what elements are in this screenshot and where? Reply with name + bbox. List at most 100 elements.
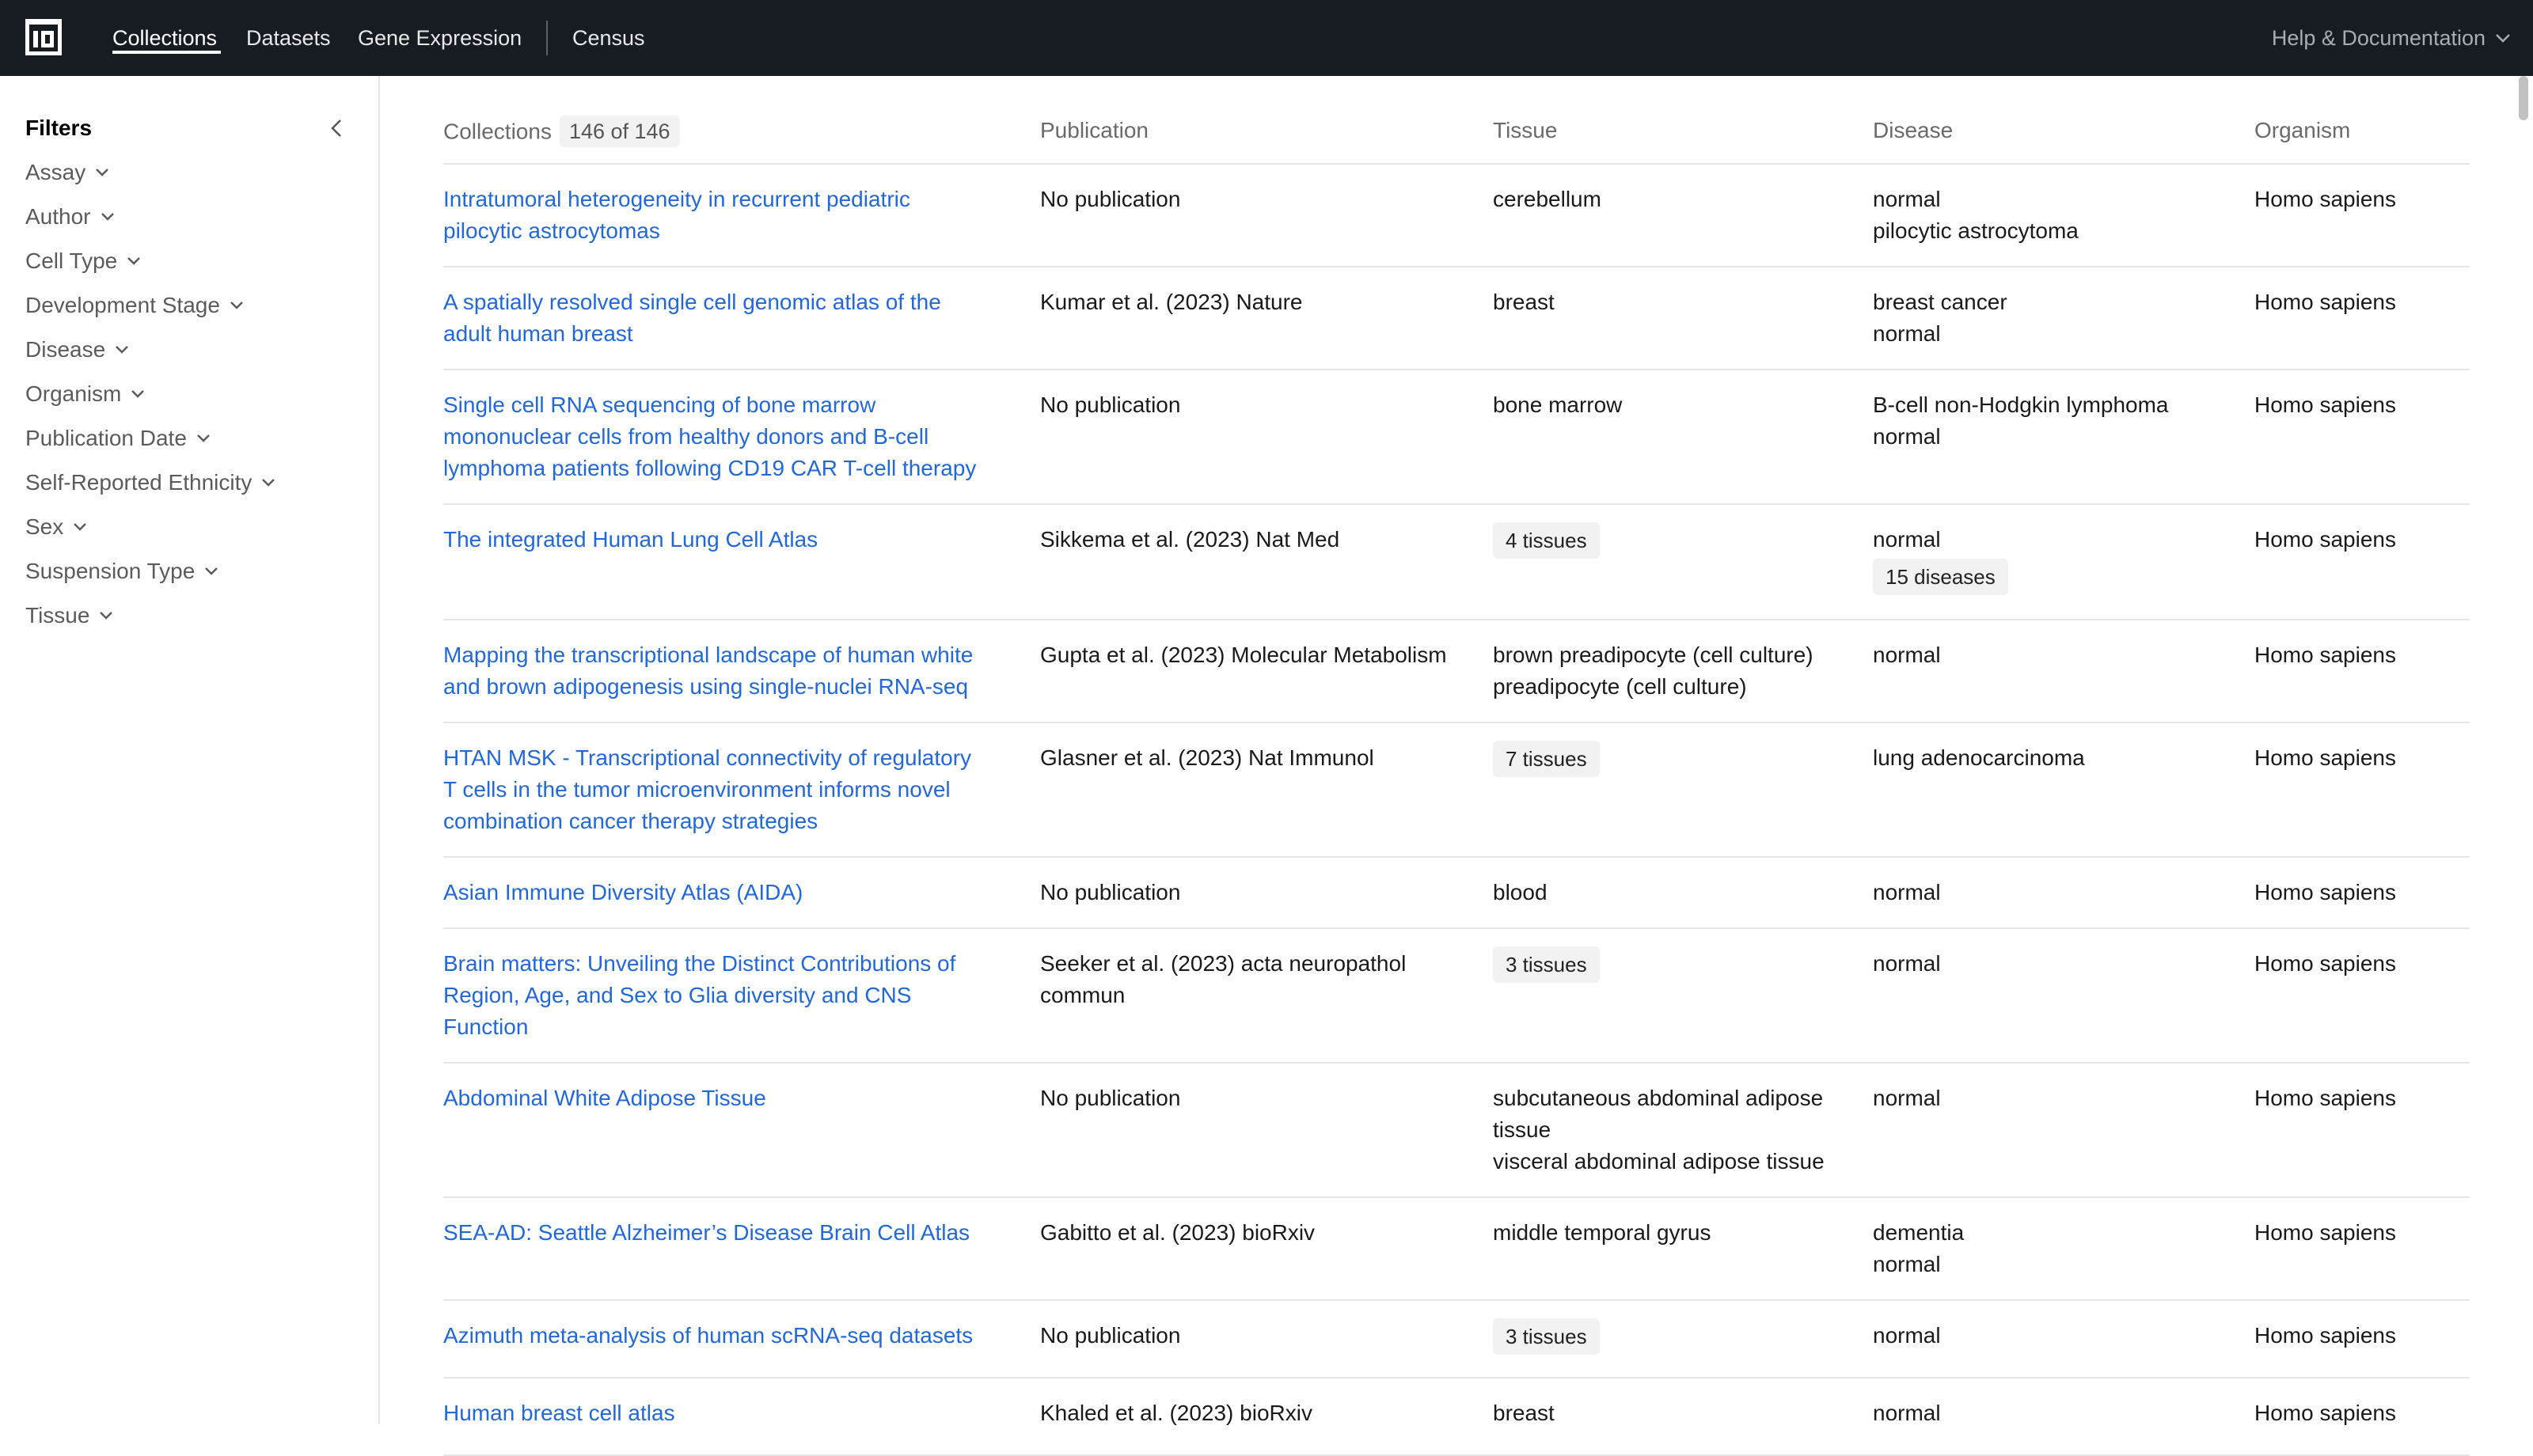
cell-text-line: normal (1873, 1323, 1941, 1348)
tissue-cell: brown preadipocyte (cell culture) preadip… (1493, 639, 1865, 703)
publication-cell: Khaled et al. (2023) bioRxiv (1040, 1397, 1483, 1429)
tissue-count-badge[interactable]: 3 tissues (1493, 1318, 1600, 1355)
filter-label: Assay (25, 160, 86, 184)
collection-title-link[interactable]: Asian Immune Diversity Atlas (AIDA) (443, 877, 1021, 908)
disease-cell: B-cell non-Hodgkin lymphoma normal (1873, 389, 2245, 453)
nav-active-indicator (112, 51, 221, 54)
column-header-tissue[interactable]: Tissue (1493, 117, 1557, 144)
cell-text-line: normal (1873, 424, 1941, 449)
help-documentation-menu[interactable]: Help & Documentation (2272, 25, 2486, 51)
cell-text-line: No publication (1040, 1086, 1181, 1110)
collection-title-link[interactable]: Brain matters: Unveiling the Distinct Co… (443, 948, 1021, 1043)
collection-title-link[interactable]: HTAN MSK - Transcriptional connectivity … (443, 742, 1021, 837)
chevron-down-icon (101, 213, 114, 221)
table-row: Human breast cell atlas Khaled et al. (20… (443, 1378, 2470, 1456)
filter-tissue[interactable]: Tissue (25, 603, 115, 628)
cell-text-line: No publication (1040, 880, 1181, 904)
collection-title-link[interactable]: The integrated Human Lung Cell Atlas (443, 524, 1021, 555)
filter-development-stage[interactable]: Development Stage (25, 293, 245, 318)
filter-label: Self-Reported Ethnicity (25, 470, 253, 495)
cell-text-line: normal (1873, 951, 1941, 976)
cell-text-line: dementia (1873, 1220, 1965, 1245)
organism-cell: Homo sapiens (2254, 1323, 2396, 1348)
column-header-collections[interactable]: Collections 146 of 146 (443, 116, 680, 149)
collection-title-link[interactable]: Human breast cell atlas (443, 1397, 1021, 1429)
cell-text-line: No publication (1040, 187, 1181, 211)
tissue-cell: 3 tissues (1493, 1318, 1865, 1355)
cell-text-line: lung adenocarcinoma (1873, 745, 2085, 770)
filters-title: Filters (25, 116, 93, 140)
chevron-left-icon[interactable] (326, 117, 348, 139)
organism-cell: Homo sapiens (2254, 1220, 2396, 1245)
cell-text-line: and brown adipogenesis using single-nucl… (443, 674, 969, 699)
cell-text-line: Seeker et al. (2023) acta neuropathol (1040, 951, 1407, 976)
table-row: Asian Immune Diversity Atlas (AIDA) No pu… (443, 858, 2470, 929)
disease-count-wrap: 15 diseases (1873, 559, 2245, 595)
table-row: Single cell RNA sequencing of bone marro… (443, 370, 2470, 505)
column-header-organism[interactable]: Organism (2254, 117, 2350, 144)
filter-organism[interactable]: Organism (25, 381, 146, 407)
collection-title-link[interactable]: SEA-AD: Seattle Alzheimer’s Disease Brai… (443, 1217, 1021, 1249)
publication-cell: Seeker et al. (2023) acta neuropathol com… (1040, 948, 1483, 1011)
cell-text-line: Abdominal White Adipose Tissue (443, 1086, 766, 1110)
filter-label: Sex (25, 514, 64, 539)
disease-cell: normal pilocytic astrocytoma (1873, 184, 2245, 247)
publication-cell: Gupta et al. (2023) Molecular Metabolism (1040, 639, 1483, 671)
tissue-count-badge[interactable]: 7 tissues (1493, 741, 1600, 777)
app-logo-icon[interactable] (25, 19, 62, 55)
cell-text-line: breast (1493, 290, 1555, 314)
tissue-cell: subcutaneous abdominal adipose tissue visc… (1493, 1083, 1865, 1177)
filter-cell-type[interactable]: Cell Type (25, 248, 142, 274)
disease-cell: normal (1873, 1083, 2245, 1114)
disease-count-badge[interactable]: 15 diseases (1873, 559, 2008, 595)
chevron-down-icon (127, 257, 141, 265)
filter-assay[interactable]: Assay (25, 160, 111, 185)
cell-text-line: Brain matters: Unveiling the Distinct Co… (443, 951, 956, 976)
cell-text-line: cerebellum (1493, 187, 1601, 211)
disease-cell: normal (1873, 948, 2245, 980)
column-header-disease[interactable]: Disease (1873, 117, 1953, 144)
collection-title-link[interactable]: A spatially resolved single cell genomic… (443, 286, 1021, 350)
publication-cell: No publication (1040, 877, 1483, 908)
cell-text-line: Asian Immune Diversity Atlas (AIDA) (443, 880, 803, 904)
tissue-count-badge[interactable]: 3 tissues (1493, 946, 1600, 983)
chevron-down-icon (116, 346, 129, 354)
filter-suspension-type[interactable]: Suspension Type (25, 559, 220, 584)
cell-text-line: visceral abdominal adipose tissue (1493, 1149, 1825, 1174)
organism-cell: Homo sapiens (2254, 643, 2396, 667)
filter-label: Development Stage (25, 293, 220, 317)
filter-disease[interactable]: Disease (25, 337, 131, 362)
nav-census[interactable]: Census (572, 25, 645, 51)
publication-cell: No publication (1040, 389, 1483, 421)
nav-collections[interactable]: Collections (112, 25, 217, 51)
collection-title-link[interactable]: Intratumoral heterogeneity in recurrent … (443, 184, 1021, 247)
scrollbar-thumb[interactable] (2519, 76, 2528, 120)
tissue-cell: 3 tissues (1493, 946, 1865, 983)
column-header-publication[interactable]: Publication (1040, 117, 1149, 144)
tissue-cell: breast (1493, 1397, 1865, 1429)
collection-title-link[interactable]: Azimuth meta-analysis of human scRNA-seq… (443, 1320, 1021, 1352)
chevron-down-icon (100, 612, 113, 620)
filter-author[interactable]: Author (25, 204, 116, 229)
table-row: Mapping the transcriptional landscape of… (443, 620, 2470, 723)
cell-text-line: normal (1873, 1252, 1941, 1276)
tissue-count-badge[interactable]: 4 tissues (1493, 522, 1600, 559)
filter-label: Organism (25, 381, 122, 406)
filter-sex[interactable]: Sex (25, 514, 89, 540)
cell-text-line: normal (1873, 880, 1941, 904)
cell-text-line: pilocytic astrocytoma (1873, 218, 2079, 243)
filter-publication-date[interactable]: Publication Date (25, 426, 212, 451)
cell-text-line: A spatially resolved single cell genomic… (443, 290, 941, 314)
organism-cell: Homo sapiens (2254, 392, 2396, 417)
filter-self-reported-ethnicity[interactable]: Self-Reported Ethnicity (25, 470, 277, 495)
chevron-down-icon[interactable] (2493, 30, 2512, 46)
collection-title-link[interactable]: Single cell RNA sequencing of bone marro… (443, 389, 1021, 484)
cell-text-line: breast (1493, 1401, 1555, 1425)
organism-cell: Homo sapiens (2254, 880, 2396, 904)
cell-text-line: Intratumoral heterogeneity in recurrent … (443, 187, 910, 211)
collection-title-link[interactable]: Mapping the transcriptional landscape of… (443, 639, 1021, 703)
nav-datasets[interactable]: Datasets (246, 25, 331, 51)
nav-gene-expression[interactable]: Gene Expression (358, 25, 522, 51)
cell-text-line: B-cell non-Hodgkin lymphoma (1873, 392, 2169, 417)
collection-title-link[interactable]: Abdominal White Adipose Tissue (443, 1083, 1021, 1114)
